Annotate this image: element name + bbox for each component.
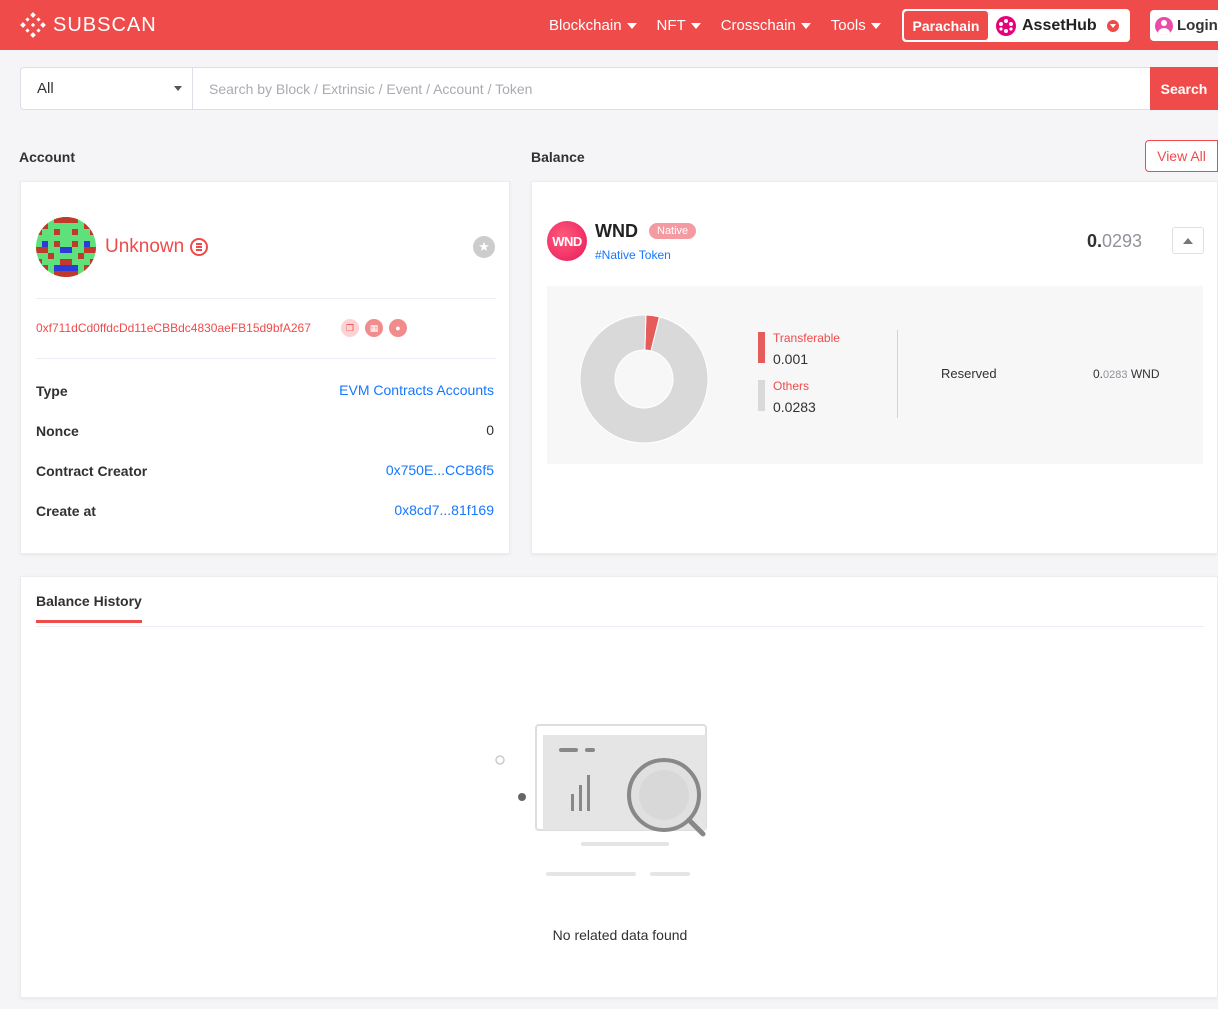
search-filter-value: All: [37, 80, 54, 97]
total-integer: 0.: [1086, 231, 1102, 251]
search-button[interactable]: Search: [1150, 67, 1218, 110]
empty-state-message: No related data found: [552, 927, 688, 943]
balance-card: WND WND Native #Native Token 0.0293 Tran…: [531, 181, 1218, 554]
chevron-down-icon: [690, 23, 701, 29]
nav-label: Tools: [830, 16, 866, 34]
chevron-down-icon: [870, 23, 881, 29]
account-address: 0xf711dCd0ffdcDd11eCBBdc4830aeFB15d9bfA2…: [36, 321, 311, 335]
account-avatar: [36, 217, 96, 277]
logo-text: SUBSCAN: [53, 13, 157, 36]
contract-creator-label: Contract Creator: [36, 463, 148, 479]
legend-transferable-label: Transferable: [773, 331, 840, 345]
search-input[interactable]: [193, 68, 1150, 109]
legend-transferable-value: 0.001: [773, 351, 809, 367]
token-logo: WND: [547, 221, 587, 261]
chevron-down-icon: [174, 86, 182, 91]
nav-label: Crosschain: [720, 16, 796, 34]
divider: [36, 358, 496, 359]
chevron-down-icon: [1106, 19, 1119, 32]
account-name-label: Unknown: [105, 236, 185, 257]
balance-breakdown: Transferable 0.001 Others 0.0283 Reserve…: [547, 286, 1203, 464]
balance-history-card: Balance History No related data found: [20, 576, 1218, 998]
divider: [36, 298, 496, 299]
document-icon[interactable]: [190, 238, 209, 256]
create-at-link[interactable]: 0x8cd7...81f169: [394, 502, 494, 518]
reserved-value: 0.0283 WND: [1093, 367, 1160, 381]
tab-divider: [36, 626, 1204, 627]
nav-label: Blockchain: [549, 16, 622, 34]
legend-others-label: Others: [773, 379, 810, 393]
legend-others-bar: [758, 380, 765, 411]
network-name-label: AssetHub: [1022, 16, 1097, 34]
total-decimal: 0293: [1101, 231, 1142, 251]
address-actions: ❐ ▦ ●: [341, 319, 407, 337]
search-filter-select[interactable]: All: [21, 68, 193, 109]
network-selector[interactable]: Parachain AssetHub: [902, 9, 1130, 42]
chevron-down-icon: [626, 23, 637, 29]
nonce-value: 0: [486, 422, 494, 438]
reserved-decimal: 0283: [1103, 369, 1128, 381]
reserved-label: Reserved: [941, 366, 997, 381]
asset-hub-icon: [996, 15, 1016, 36]
search-bar: All Search: [20, 67, 1218, 110]
login-label: Login: [1177, 17, 1218, 34]
balance-donut-chart: [579, 314, 709, 444]
token-total: 0.0293: [1087, 231, 1142, 252]
view-all-button[interactable]: View All: [1145, 140, 1218, 172]
nav-nft[interactable]: NFT: [657, 17, 701, 34]
native-badge: Native: [649, 223, 697, 239]
token-symbol: WND: [595, 221, 638, 241]
legend-transferable-bar: [758, 332, 765, 363]
collapse-button[interactable]: [1172, 227, 1204, 254]
type-value-link[interactable]: EVM Contracts Accounts: [339, 382, 494, 398]
divider: [897, 330, 898, 418]
create-at-label: Create at: [36, 503, 96, 519]
subscan-logo-icon: [20, 12, 46, 38]
nav-tools[interactable]: Tools: [831, 17, 881, 34]
account-card: Unknown ★ 0xf711dCd0ffdcDd11eCBBdc4830ae…: [20, 181, 510, 554]
network-name: AssetHub: [996, 15, 1097, 36]
reserved-integer: 0.: [1093, 367, 1104, 381]
token-subtitle-link[interactable]: #Native Token: [595, 248, 671, 262]
nav-label: NFT: [656, 16, 686, 34]
reserved-unit: WND: [1130, 367, 1160, 381]
nav-blockchain[interactable]: Blockchain: [549, 17, 637, 34]
user-icon: [1155, 16, 1173, 35]
empty-state-illustration-icon: [495, 724, 707, 876]
account-name: Unknown: [105, 236, 209, 258]
donut-slice-others[interactable]: [579, 314, 709, 444]
qrcode-icon[interactable]: ▦: [365, 319, 383, 337]
contract-creator-link[interactable]: 0x750E...CCB6f5: [386, 462, 494, 478]
account-section-title: Account: [19, 149, 75, 165]
subscan-logo[interactable]: SUBSCAN: [20, 12, 157, 38]
type-label: Type: [36, 383, 68, 399]
balance-section-title: Balance: [531, 149, 585, 165]
star-icon[interactable]: ★: [473, 236, 495, 258]
login-button[interactable]: Login: [1150, 10, 1218, 41]
copy-icon[interactable]: ❐: [341, 319, 359, 337]
legend-others-value: 0.0283: [773, 399, 816, 415]
chevron-down-icon: [800, 23, 811, 29]
network-type-badge: Parachain: [904, 11, 988, 40]
top-navbar: SUBSCAN Blockchain NFT Crosschain Tools …: [0, 0, 1218, 50]
nav-crosschain[interactable]: Crosschain: [721, 17, 811, 34]
main-nav: Blockchain NFT Crosschain Tools: [549, 0, 881, 50]
nonce-label: Nonce: [36, 423, 79, 439]
identity-icon[interactable]: ●: [389, 319, 407, 337]
tab-balance-history[interactable]: Balance History: [36, 593, 142, 623]
